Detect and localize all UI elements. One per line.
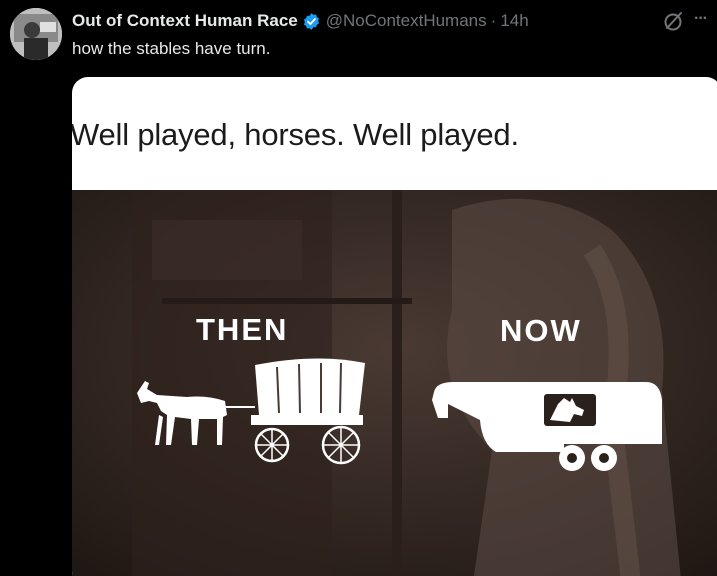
avatar[interactable] [10,8,62,60]
meme-caption: Well played, horses. Well played. [72,117,519,152]
verified-badge-icon [303,12,319,30]
now-label: NOW [500,313,582,348]
meme-panel: THEN NOW [72,190,717,576]
tweet-media-image[interactable]: Well played, horses. Well played. THEN N… [72,77,717,576]
tweet[interactable]: Out of Context Human Race @NoContextHuma… [0,0,717,576]
grok-icon[interactable] [662,9,686,33]
horse-wagon-icon [137,358,365,465]
separator-dot: · [490,11,497,30]
avatar-image [10,8,62,60]
tweet-header: Out of Context Human Race @NoContextHuma… [72,10,529,32]
timestamp[interactable]: 14h [500,10,528,32]
then-label: THEN [196,312,289,347]
tweet-text: how the stables have turn. [72,39,271,58]
author-name[interactable]: Out of Context Human Race [72,10,298,32]
horse-trailer-icon [432,382,662,471]
more-options-icon[interactable]: ··· [694,10,708,28]
author-handle[interactable]: @NoContextHumans [326,10,487,32]
